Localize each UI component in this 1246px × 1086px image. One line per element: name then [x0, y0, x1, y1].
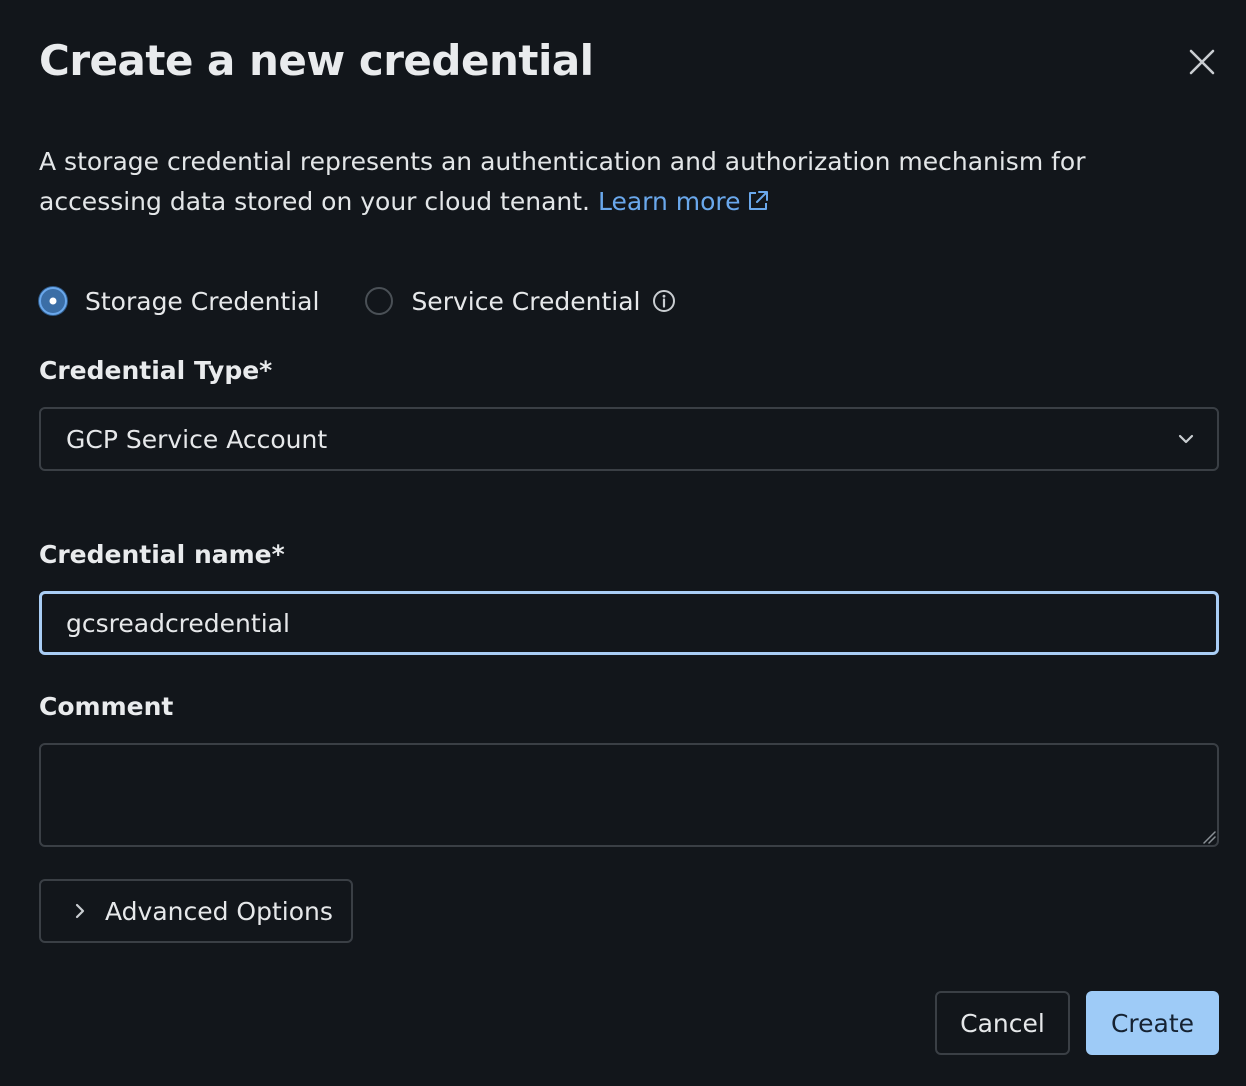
storage-credential-radio[interactable] [39, 287, 67, 315]
credential-type-value: GCP Service Account [66, 424, 328, 454]
advanced-options-label: Advanced Options [105, 896, 333, 926]
credential-name-input[interactable] [39, 591, 1219, 655]
dialog-title: Create a new credential [39, 36, 594, 85]
credential-kind-radio-group: Storage Credential Service Credential [39, 281, 722, 321]
info-icon[interactable] [652, 289, 676, 313]
close-icon [1189, 49, 1215, 75]
service-credential-label: Service Credential [411, 286, 641, 316]
credential-type-label: Credential Type* [39, 356, 273, 385]
credential-type-select[interactable]: GCP Service Account [39, 407, 1219, 471]
comment-textarea[interactable] [39, 743, 1219, 847]
cancel-button[interactable]: Cancel [935, 991, 1070, 1055]
service-credential-radio[interactable] [365, 287, 394, 315]
chevron-right-icon [73, 902, 87, 920]
resize-grip-icon[interactable] [1200, 828, 1216, 844]
service-credential-option[interactable]: Service Credential [365, 287, 676, 316]
credential-name-label: Credential name* [39, 540, 285, 569]
comment-label: Comment [39, 692, 174, 721]
dialog-description: A storage credential represents an authe… [39, 142, 1199, 222]
create-button[interactable]: Create [1086, 991, 1219, 1055]
learn-more-label: Learn more [597, 187, 741, 216]
description-text: A storage credential represents an authe… [39, 147, 1086, 216]
storage-credential-label: Storage Credential [85, 286, 320, 316]
create-credential-dialog: Create a new credential A storage creden… [0, 0, 1246, 1086]
close-button[interactable] [1180, 40, 1224, 84]
advanced-options-button[interactable]: Advanced Options [39, 879, 353, 943]
storage-credential-option[interactable]: Storage Credential [39, 287, 319, 316]
external-link-icon [748, 191, 768, 210]
learn-more-link[interactable]: Learn more [598, 187, 769, 216]
chevron-down-icon [1177, 430, 1195, 448]
